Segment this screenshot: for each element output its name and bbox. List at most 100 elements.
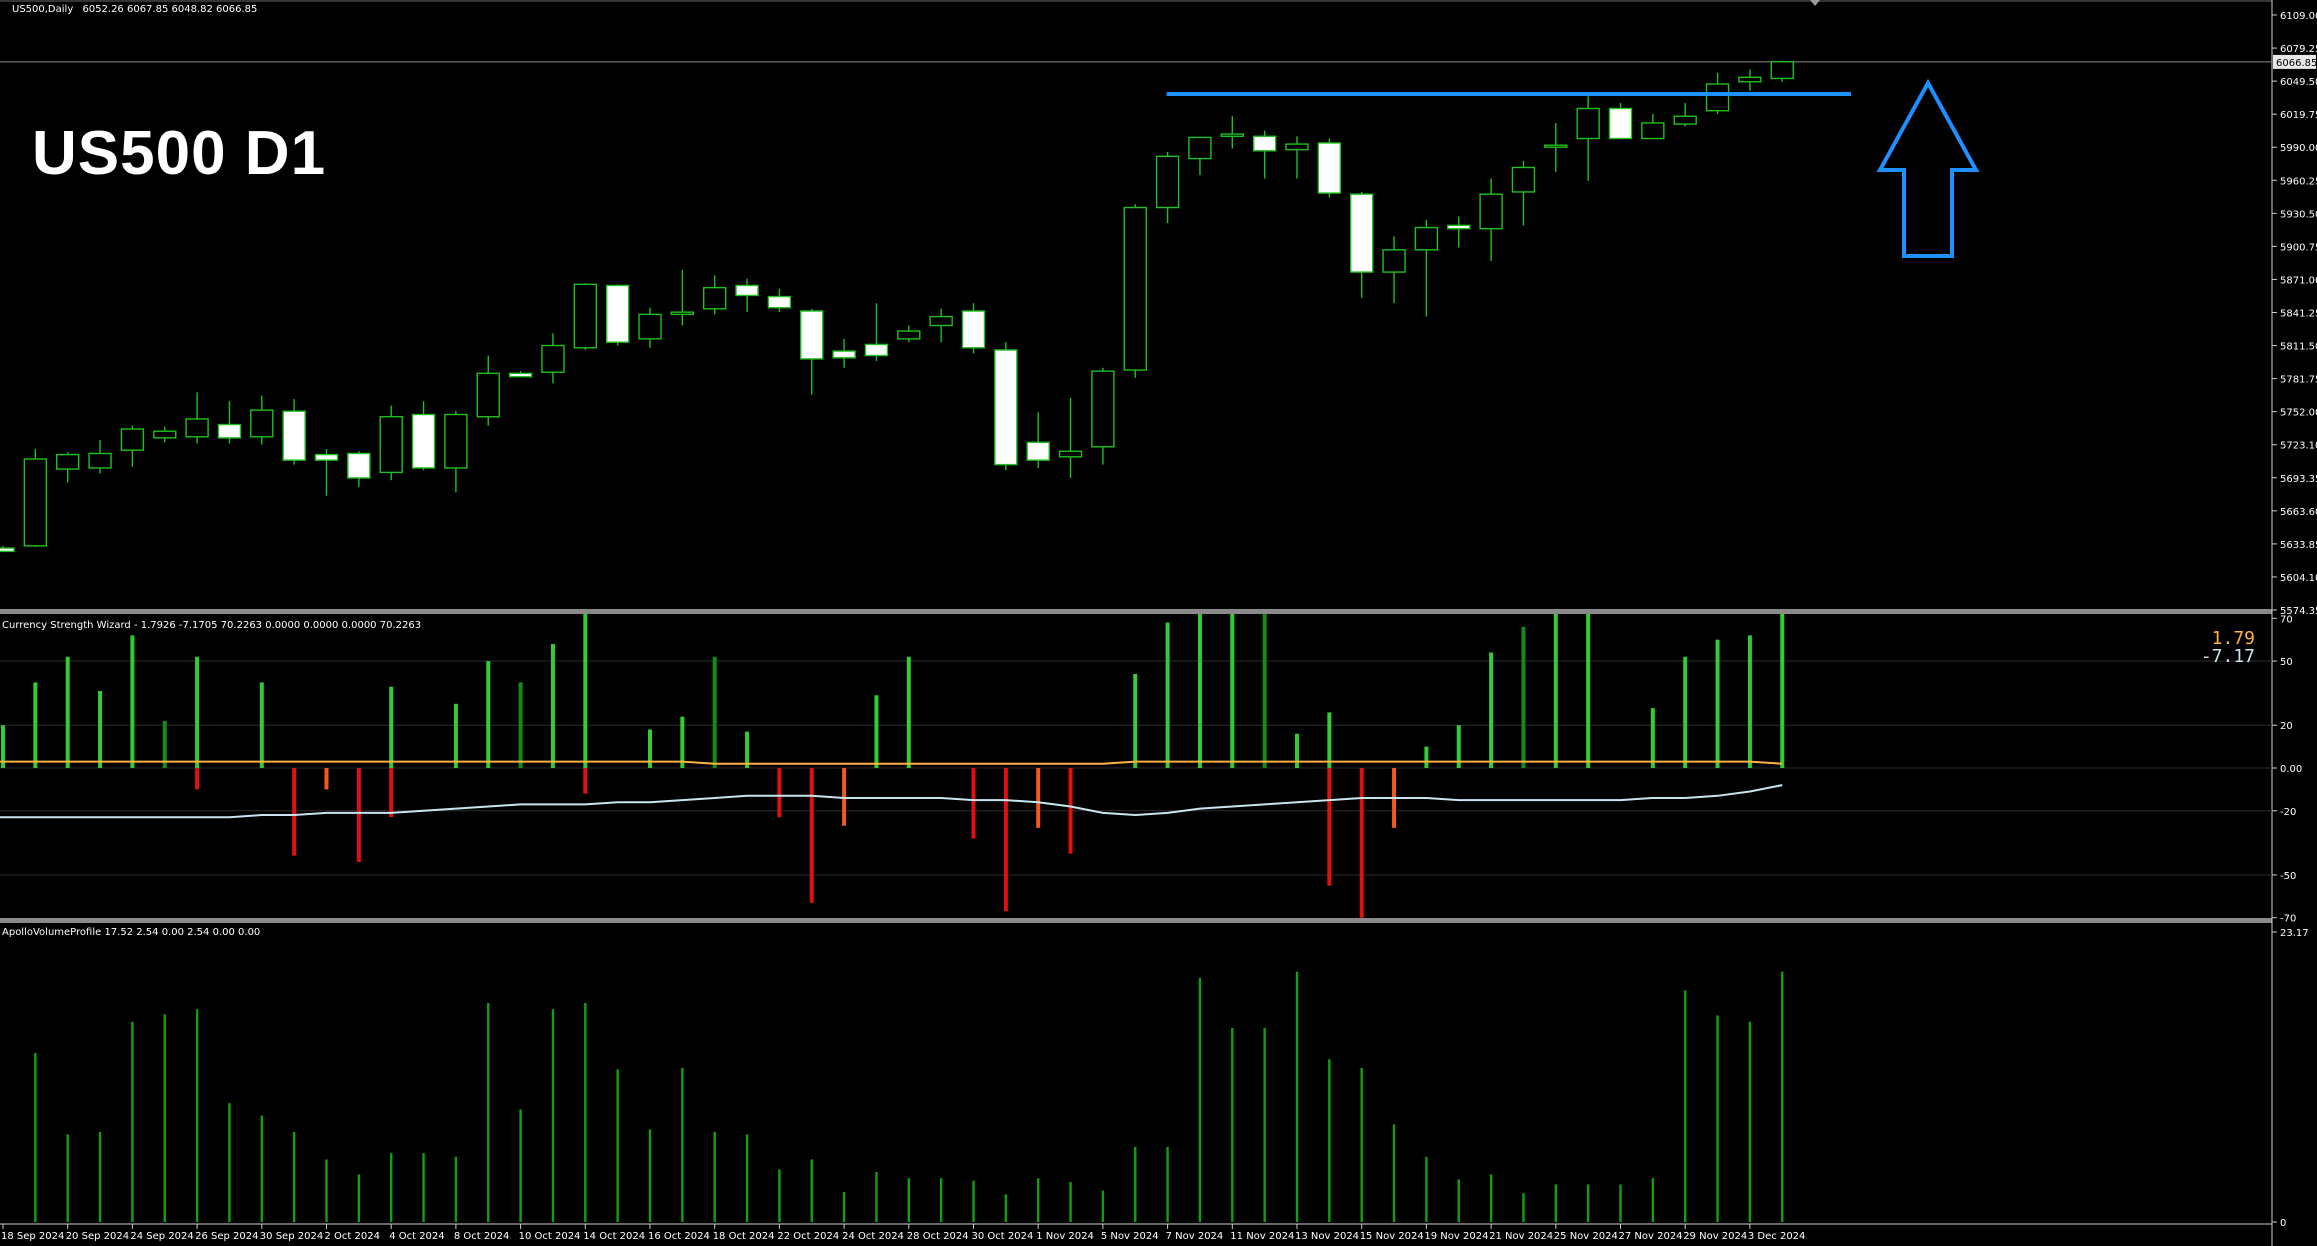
candle-body bbox=[1608, 107, 1633, 140]
candle-body bbox=[994, 349, 1018, 466]
candle-body bbox=[1641, 122, 1665, 140]
volume-bar bbox=[390, 1153, 393, 1222]
volume-bar bbox=[584, 1002, 587, 1222]
csw-positive-bar bbox=[1683, 656, 1688, 768]
time-axis-label: 25 Nov 2024 bbox=[1554, 1231, 1618, 1242]
volume-bar bbox=[98, 1131, 102, 1222]
time-axis-label: 2 Oct 2024 bbox=[325, 1231, 380, 1242]
chart-shift-marker[interactable] bbox=[1810, 0, 1820, 6]
time-axis-label: 10 Oct 2024 bbox=[519, 1231, 581, 1242]
candle-body bbox=[573, 283, 597, 349]
csw-positive-bar bbox=[486, 661, 491, 768]
time-axis-label: 16 Oct 2024 bbox=[648, 1231, 710, 1242]
price-axis-label: 5604.10 bbox=[2280, 573, 2317, 584]
volume-bar bbox=[1781, 971, 1784, 1222]
candle-body bbox=[1123, 206, 1147, 371]
csw-positive-bar bbox=[65, 656, 70, 768]
csw-negative-bar bbox=[777, 768, 782, 818]
csw-positive-bar bbox=[1553, 614, 1558, 768]
csw-positive-bar bbox=[453, 703, 458, 768]
csw-negative-bar bbox=[195, 768, 200, 790]
time-axis-label: 20 Sep 2024 bbox=[66, 1231, 129, 1242]
candle-body bbox=[1188, 136, 1212, 160]
csw-negative-bar bbox=[324, 768, 329, 790]
csw-positive-bar bbox=[583, 614, 588, 768]
volume-bar bbox=[357, 1174, 361, 1222]
volume-bar bbox=[34, 1053, 37, 1222]
candle-body bbox=[800, 310, 824, 360]
csw-positive-bar bbox=[1327, 712, 1332, 768]
volume-bar bbox=[1198, 977, 1202, 1222]
time-axis-label: 19 Nov 2024 bbox=[1424, 1231, 1488, 1242]
candle-body bbox=[897, 330, 921, 340]
candle-body bbox=[1479, 193, 1503, 230]
candle-body bbox=[314, 453, 339, 461]
csw-axis-label: 70 bbox=[2280, 614, 2293, 625]
candle-body bbox=[1447, 224, 1471, 230]
price-axis-label: 5930.50 bbox=[2280, 209, 2317, 220]
volume-bar bbox=[972, 1180, 975, 1222]
candle-body bbox=[1155, 155, 1180, 209]
volume-bar bbox=[1360, 1068, 1363, 1222]
csw-positive-bar bbox=[1424, 746, 1429, 768]
candle-body bbox=[735, 284, 759, 297]
volume-bar bbox=[1101, 1190, 1105, 1222]
time-axis-label: 13 Nov 2024 bbox=[1295, 1231, 1359, 1242]
price-axis-label: 5752.00 bbox=[2280, 408, 2317, 419]
time-axis-label: 18 Oct 2024 bbox=[713, 1231, 775, 1242]
candle-body bbox=[1285, 143, 1309, 151]
csw-positive-bar bbox=[1586, 614, 1591, 768]
volume-bar bbox=[1295, 971, 1299, 1222]
time-axis-label: 26 Sep 2024 bbox=[195, 1231, 258, 1242]
volume-bar bbox=[1425, 1156, 1428, 1222]
candle-body bbox=[541, 344, 565, 373]
candle-body bbox=[1058, 450, 1083, 458]
candle-body bbox=[1414, 226, 1439, 251]
volume-bar bbox=[1069, 1181, 1072, 1222]
candle-body bbox=[1576, 107, 1600, 140]
csw-positive-bar bbox=[195, 656, 200, 768]
candle-body bbox=[1770, 61, 1794, 80]
time-axis-label: 3 Dec 2024 bbox=[1748, 1231, 1806, 1242]
volume-bar bbox=[1263, 1027, 1266, 1222]
price-axis-label: 6019.75 bbox=[2280, 110, 2317, 121]
time-axis-label: 1 Nov 2024 bbox=[1036, 1231, 1094, 1242]
current-price-label: 6066.85 bbox=[2276, 58, 2317, 69]
time-axis-label: 7 Nov 2024 bbox=[1166, 1231, 1224, 1242]
time-axis-label: 14 Oct 2024 bbox=[583, 1231, 645, 1242]
volume-bar bbox=[131, 1021, 134, 1222]
candle-body bbox=[153, 430, 177, 439]
time-axis-label: 22 Oct 2024 bbox=[777, 1231, 839, 1242]
price-axis-label: 5871.00 bbox=[2280, 275, 2317, 286]
volume-bar bbox=[648, 1129, 652, 1222]
candle-body bbox=[217, 423, 242, 439]
candle-body bbox=[1091, 370, 1115, 448]
volume-bar bbox=[616, 1069, 619, 1222]
csw-positive-bar bbox=[906, 656, 911, 768]
csw-negative-bar bbox=[1068, 768, 1073, 854]
time-axis-label: 28 Oct 2024 bbox=[907, 1231, 969, 1242]
csw-negative-bar bbox=[583, 768, 588, 794]
volume-bar bbox=[163, 1014, 166, 1222]
volume-indicator-label: ApolloVolumeProfile 17.52 2.54 0.00 2.54… bbox=[2, 927, 261, 938]
csw-positive-bar bbox=[1262, 614, 1267, 768]
csw-positive-bar bbox=[1230, 614, 1235, 768]
volume-bar bbox=[1037, 1178, 1040, 1222]
csw-negative-bar bbox=[1327, 768, 1332, 886]
time-axis-label: 24 Sep 2024 bbox=[130, 1231, 193, 1242]
candle-body bbox=[250, 409, 274, 438]
csw-negative-bar bbox=[809, 768, 814, 903]
pane-separator-1 bbox=[0, 609, 2272, 614]
csw-negative-bar bbox=[1036, 768, 1041, 828]
csw-positive-bar bbox=[130, 635, 135, 768]
candle-body bbox=[282, 410, 306, 461]
volume-bar bbox=[1166, 1146, 1169, 1222]
csw-axis-label: 0.00 bbox=[2280, 764, 2302, 775]
ohlc-values: 6052.26 6067.85 6048.82 6066.85 bbox=[82, 4, 258, 15]
csw-negative-bar bbox=[971, 768, 976, 839]
csw-axis-label: -20 bbox=[2280, 807, 2296, 818]
csw-negative-bar bbox=[292, 768, 297, 856]
volume-bar bbox=[681, 1068, 684, 1222]
candle-body bbox=[1511, 166, 1536, 193]
time-axis-label: 15 Nov 2024 bbox=[1360, 1231, 1424, 1242]
